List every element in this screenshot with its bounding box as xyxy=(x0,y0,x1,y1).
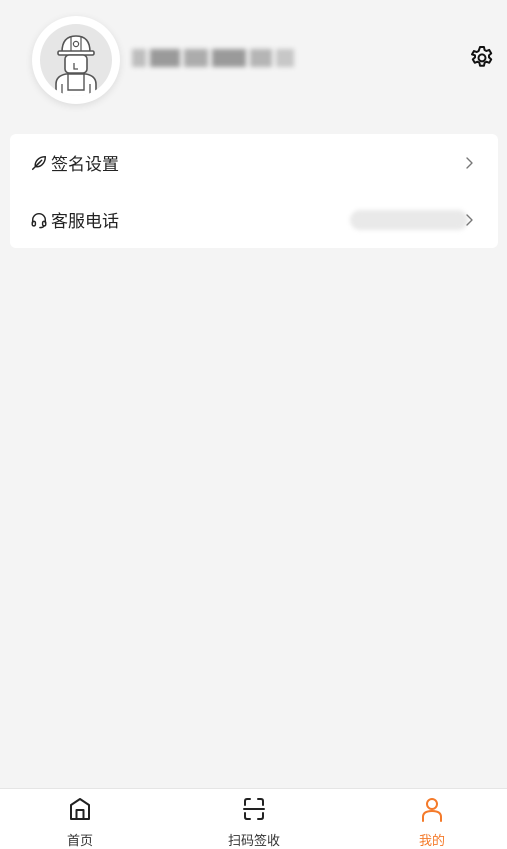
phone-number xyxy=(350,209,468,230)
worker-avatar-icon xyxy=(40,24,112,96)
nav-item-label: 我的 xyxy=(418,834,445,849)
chevron-right-icon xyxy=(466,213,473,226)
nav-item-label: 扫码签收 xyxy=(227,834,280,849)
menu-item-label: 签名设置 xyxy=(51,155,119,175)
avatar[interactable] xyxy=(32,16,120,104)
menu-item-customer-service-phone[interactable]: 客服电话 xyxy=(10,191,498,248)
chevron-right-icon xyxy=(466,156,473,169)
bottom-nav: 首页 扫码签收 我的 xyxy=(0,788,507,849)
nav-item-scan[interactable]: 扫码签收 xyxy=(194,789,314,849)
home-icon xyxy=(70,798,90,820)
feather-pen-icon xyxy=(31,155,47,170)
menu-item-signature-settings[interactable]: 签名设置 xyxy=(10,134,498,191)
username xyxy=(132,47,296,69)
nav-item-home[interactable]: 首页 xyxy=(20,789,140,849)
person-icon xyxy=(422,798,442,822)
nav-item-label: 首页 xyxy=(66,834,93,849)
menu-card: 签名设置 客服电话 xyxy=(10,134,498,248)
profile-header xyxy=(0,0,507,125)
headset-icon xyxy=(31,212,47,228)
nav-item-mine[interactable]: 我的 xyxy=(372,789,492,849)
gear-icon[interactable] xyxy=(468,44,496,72)
menu-item-label: 客服电话 xyxy=(51,212,119,232)
scan-icon xyxy=(243,798,265,820)
